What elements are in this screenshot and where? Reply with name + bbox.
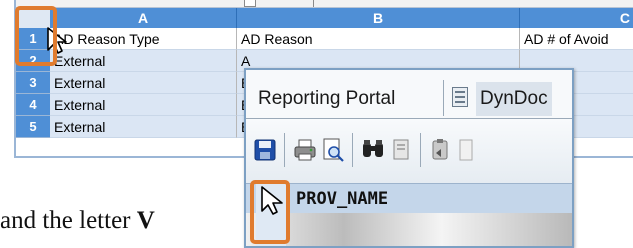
row-header[interactable]: 3 [16, 72, 50, 94]
tab-divider [443, 80, 444, 116]
formula-bar-divider [313, 0, 314, 7]
toolbar-separator [420, 133, 421, 167]
cell-a1[interactable]: AD Reason Type [50, 28, 237, 50]
caption-bold-letter: V [136, 207, 155, 234]
grid-corner-highlight [250, 180, 290, 244]
table-row: 1 AD Reason Type AD Reason AD # of Avoid [16, 28, 633, 50]
tab-bar: Reporting Portal DynDoc [246, 70, 572, 119]
print-icon[interactable] [292, 137, 318, 163]
cell-c1[interactable]: AD # of Avoid [520, 28, 633, 50]
row-header[interactable]: 4 [16, 94, 50, 116]
toolbar [246, 119, 572, 183]
save-icon[interactable] [252, 137, 278, 163]
row-header[interactable]: 5 [16, 116, 50, 138]
cell-b1[interactable]: AD Reason [237, 28, 520, 50]
column-header-c[interactable]: C [520, 8, 633, 28]
grid-header-row: PROV_NAME [246, 183, 572, 214]
tab-reporting-portal[interactable]: Reporting Portal [252, 82, 401, 116]
formula-bar [16, 0, 633, 8]
column-header-a[interactable]: A [50, 8, 237, 28]
tab-dyndoc[interactable]: DynDoc [476, 82, 552, 116]
cell-a4[interactable]: External [50, 94, 237, 116]
caption-plain: and the letter [0, 207, 137, 234]
column-header-prov-name[interactable]: PROV_NAME [296, 184, 388, 214]
grid-data-row [246, 213, 572, 246]
caption-text: and the letter V [0, 207, 155, 235]
copy-icon[interactable] [388, 137, 414, 163]
print-preview-icon[interactable] [320, 137, 346, 163]
toolbar-separator [284, 133, 285, 167]
document-icon[interactable] [456, 137, 482, 163]
reporting-portal-window: Reporting Portal DynDoc PROV_NAME [244, 68, 574, 248]
formula-bar-dropdown[interactable] [244, 0, 256, 7]
column-header-b[interactable]: B [237, 8, 520, 28]
document-icon [452, 87, 468, 107]
column-header-row: A B C [16, 8, 633, 29]
select-all-highlight [15, 6, 57, 66]
paste-icon[interactable] [428, 137, 454, 163]
cell-a3[interactable]: External [50, 72, 237, 94]
toolbar-separator [352, 133, 353, 167]
cell-a2[interactable]: External [50, 50, 237, 72]
find-icon[interactable] [360, 137, 386, 163]
cell-a5[interactable]: External [50, 116, 237, 138]
